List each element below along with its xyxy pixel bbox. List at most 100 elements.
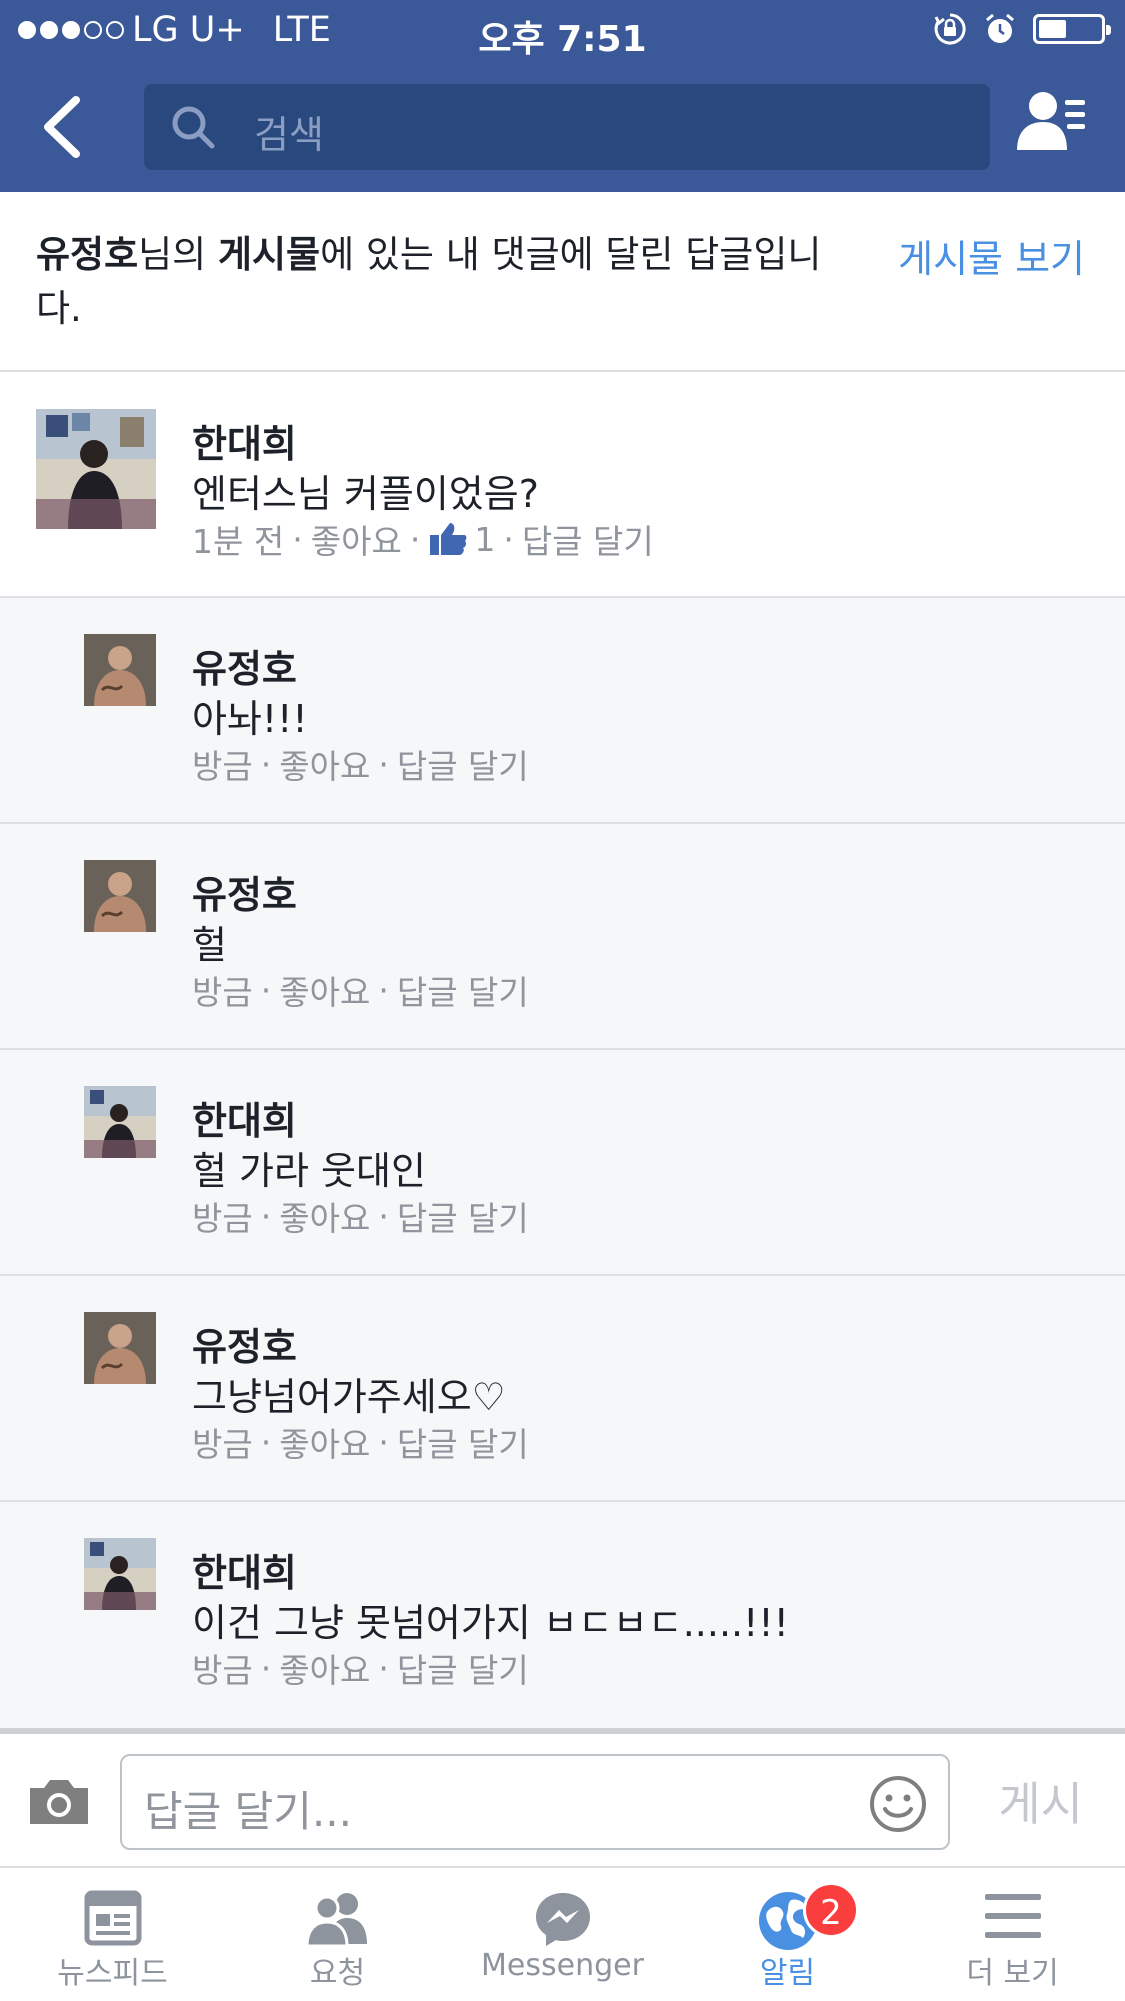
like-thumb-icon bbox=[430, 523, 467, 555]
tab-label: 더 보기 bbox=[966, 1956, 1059, 1991]
like-button[interactable]: 좋아요 bbox=[279, 966, 370, 1014]
avatar[interactable] bbox=[84, 1086, 156, 1158]
tab-messenger[interactable]: Messenger bbox=[450, 1868, 675, 2001]
nav-bar: 검색 bbox=[0, 64, 1125, 192]
context-text-part: 님의 bbox=[138, 233, 218, 276]
separator: · bbox=[260, 1648, 272, 1688]
rotation-lock-icon bbox=[934, 13, 966, 45]
comment-text: 헐 bbox=[192, 923, 227, 967]
tab-bar: 뉴스피드 요청 Messenger 2 알림 더 보기 bbox=[0, 1868, 1125, 2001]
tab-label: 요청 bbox=[309, 1956, 366, 1991]
notification-badge: 2 bbox=[803, 1882, 859, 1938]
comment-author[interactable]: 유정호 bbox=[192, 864, 297, 919]
comment-author[interactable]: 유정호 bbox=[192, 638, 297, 693]
separator: · bbox=[378, 970, 389, 1010]
reply-placeholder: 답글 달기... bbox=[144, 1787, 352, 1836]
comment-time: 1분 전 bbox=[192, 522, 285, 561]
back-icon[interactable] bbox=[36, 92, 96, 162]
comment-meta: 방금 · 좋아요 · 답글 달기 bbox=[192, 1418, 529, 1466]
tab-label: Messenger bbox=[481, 1948, 644, 1983]
view-post-link[interactable]: 게시물 보기 bbox=[898, 228, 1085, 283]
context-banner: 유정호님의 게시물에 있는 내 댓글에 달린 답글입니다. 게시물 보기 bbox=[0, 192, 1125, 372]
search-input[interactable]: 검색 bbox=[144, 84, 990, 170]
search-placeholder: 검색 bbox=[254, 113, 324, 157]
comment: 한대희 엔터스님 커플이었음? 1분 전 · 좋아요 · 1 · 답글 달기 bbox=[0, 373, 1125, 598]
separator: · bbox=[378, 744, 389, 784]
comment-meta: 방금 · 좋아요 · 답글 달기 bbox=[192, 966, 529, 1014]
separator: · bbox=[378, 1648, 389, 1688]
battery-icon bbox=[1033, 14, 1111, 44]
emoji-icon[interactable] bbox=[868, 1774, 928, 1834]
reply-button[interactable]: 답글 달기 bbox=[397, 1644, 529, 1692]
comment-meta: 방금 · 좋아요 · 답글 달기 bbox=[192, 1644, 529, 1692]
reply-button[interactable]: 답글 달기 bbox=[522, 515, 654, 563]
post-author-name[interactable]: 유정호 bbox=[36, 233, 138, 276]
separator: · bbox=[378, 1196, 389, 1236]
status-bar: LG U+ LTE 오후 7:51 bbox=[0, 0, 1125, 64]
tab-label: 알림 bbox=[759, 1956, 816, 1991]
separator: · bbox=[260, 1422, 272, 1462]
separator: · bbox=[292, 519, 303, 559]
news-feed-icon bbox=[84, 1890, 141, 1946]
like-count[interactable]: 1 bbox=[474, 520, 495, 559]
avatar[interactable] bbox=[84, 860, 156, 932]
menu-icon bbox=[984, 1894, 1041, 1938]
avatar[interactable] bbox=[84, 1538, 156, 1610]
comment-author[interactable]: 한대희 bbox=[192, 1542, 297, 1597]
like-button[interactable]: 좋아요 bbox=[279, 1418, 370, 1466]
reply-comment: 유정호 그냥넘어가주세오♡ 방금 · 좋아요 · 답글 달기 bbox=[0, 1276, 1125, 1502]
reply-comment: 한대희 헐 가라 웃대인 방금 · 좋아요 · 답글 달기 bbox=[0, 1050, 1125, 1276]
comment-author[interactable]: 유정호 bbox=[192, 1316, 297, 1371]
alarm-icon bbox=[986, 13, 1014, 43]
separator: · bbox=[260, 970, 272, 1010]
comment-text: 그냥넘어가주세오♡ bbox=[192, 1375, 506, 1419]
comment-time: 방금 bbox=[192, 1425, 253, 1464]
carrier-label: LG U+ bbox=[132, 10, 245, 50]
comment-text: 이건 그냥 못넘어가지 ㅂㄷㅂㄷ.....!!! bbox=[192, 1601, 789, 1645]
like-button[interactable]: 좋아요 bbox=[279, 1192, 370, 1240]
friend-requests-icon bbox=[304, 1893, 367, 1946]
reply-comment: 한대희 이건 그냥 못넘어가지 ㅂㄷㅂㄷ.....!!! 방금 · 좋아요 · … bbox=[0, 1502, 1125, 1728]
comment-time: 방금 bbox=[192, 1651, 253, 1690]
post-word[interactable]: 게시물 bbox=[218, 233, 320, 276]
separator: · bbox=[409, 519, 421, 559]
comment-meta: 방금 · 좋아요 · 답글 달기 bbox=[192, 740, 529, 788]
reply-input[interactable]: 답글 달기... bbox=[120, 1754, 950, 1850]
comment-time: 방금 bbox=[192, 973, 253, 1012]
tab-label: 뉴스피드 bbox=[57, 1956, 168, 1991]
comment-author[interactable]: 한대희 bbox=[192, 413, 297, 468]
signal-strength-icon bbox=[18, 21, 124, 39]
friend-requests-icon[interactable] bbox=[1015, 88, 1087, 156]
tab-notifications[interactable]: 2 알림 bbox=[675, 1868, 900, 2001]
comment-meta: 방금 · 좋아요 · 답글 달기 bbox=[192, 1192, 529, 1240]
avatar[interactable] bbox=[84, 1312, 156, 1384]
comment-meta: 1분 전 · 좋아요 · 1 · 답글 달기 bbox=[192, 515, 654, 563]
tab-news-feed[interactable]: 뉴스피드 bbox=[0, 1868, 225, 2001]
network-label: LTE bbox=[272, 10, 331, 50]
reply-button[interactable]: 답글 달기 bbox=[397, 966, 529, 1014]
post-button[interactable]: 게시 bbox=[998, 1768, 1083, 1834]
context-text: 유정호님의 게시물에 있는 내 댓글에 달린 답글입니다. bbox=[36, 228, 856, 336]
reply-button[interactable]: 답글 달기 bbox=[397, 1192, 529, 1240]
reply-comment: 유정호 아놔!!! 방금 · 좋아요 · 답글 달기 bbox=[0, 598, 1125, 824]
reply-comment: 유정호 헐 방금 · 좋아요 · 답글 달기 bbox=[0, 824, 1125, 1050]
header: LG U+ LTE 오후 7:51 검색 bbox=[0, 0, 1125, 192]
like-button[interactable]: 좋아요 bbox=[279, 740, 370, 788]
tab-requests[interactable]: 요청 bbox=[225, 1868, 450, 2001]
comment-text: 엔터스님 커플이었음? bbox=[192, 472, 539, 516]
reply-button[interactable]: 답글 달기 bbox=[397, 1418, 529, 1466]
comment-author[interactable]: 한대희 bbox=[192, 1090, 297, 1145]
tab-more[interactable]: 더 보기 bbox=[900, 1868, 1125, 2001]
separator: · bbox=[260, 744, 272, 784]
reply-button[interactable]: 답글 달기 bbox=[397, 740, 529, 788]
separator: · bbox=[503, 519, 514, 559]
separator: · bbox=[260, 1196, 272, 1236]
like-button[interactable]: 좋아요 bbox=[279, 1644, 370, 1692]
avatar[interactable] bbox=[84, 634, 156, 706]
camera-icon[interactable] bbox=[26, 1774, 92, 1828]
comment-time: 방금 bbox=[192, 747, 253, 786]
like-button[interactable]: 좋아요 bbox=[311, 515, 402, 563]
comment-time: 방금 bbox=[192, 1199, 253, 1238]
avatar[interactable] bbox=[36, 409, 156, 529]
comment-text: 헐 가라 웃대인 bbox=[192, 1149, 426, 1193]
